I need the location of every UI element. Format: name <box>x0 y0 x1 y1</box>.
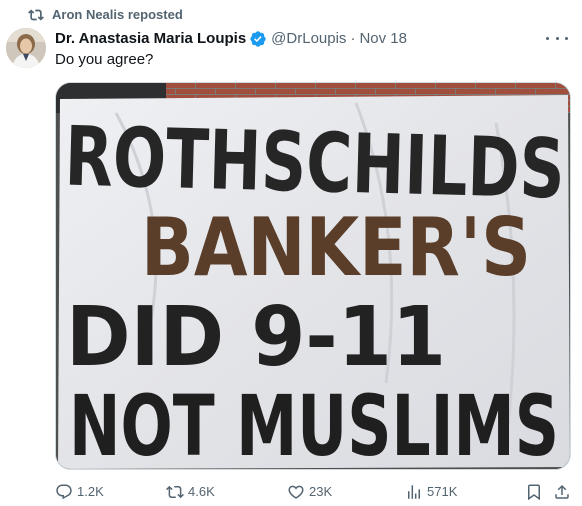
more-icon-dot <box>565 36 568 40</box>
sign-line-2: BANKER'S <box>141 201 531 294</box>
verified-badge-icon[interactable] <box>249 30 267 48</box>
avatar[interactable] <box>6 28 46 68</box>
like-icon <box>288 485 304 499</box>
author-display-name[interactable]: Dr. Anastasia Maria Loupis <box>55 29 246 49</box>
bookmark-icon <box>528 484 540 501</box>
tweet-date[interactable]: Nov 18 <box>359 29 407 49</box>
repost-banner-text[interactable]: Aron Nealis reposted <box>52 6 183 24</box>
banner-photo: ROTHSCHILDS BANKER'S DID 9-11 NOT MUSLIM… <box>56 83 570 470</box>
reply-count: 1.2K <box>77 484 104 499</box>
repost-count: 4.6K <box>188 484 215 499</box>
like-count: 23K <box>309 484 333 499</box>
tweet-header: Dr. Anastasia Maria Loupis @DrLoupis · N… <box>55 29 407 49</box>
separator-dot: · <box>350 30 356 47</box>
views-button[interactable]: 571K <box>405 482 457 502</box>
repost-button[interactable]: 4.6K <box>166 482 215 502</box>
reply-icon <box>56 484 72 500</box>
views-icon <box>408 485 420 499</box>
sign-line-3: DID 9-11 <box>66 290 446 385</box>
tweet-text: Do you agree? <box>55 51 154 68</box>
tweet-actions-bar: 1.2K 4.6K 23K 571K <box>55 482 571 502</box>
author-handle[interactable]: @DrLoupis <box>271 29 346 49</box>
more-icon <box>546 36 549 40</box>
share-button[interactable] <box>553 482 571 502</box>
reply-button[interactable]: 1.2K <box>55 482 104 502</box>
repost-icon <box>28 9 44 21</box>
views-count: 571K <box>427 484 458 499</box>
repost-icon <box>166 485 184 499</box>
more-icon-dot <box>555 36 559 40</box>
more-options-button[interactable] <box>546 30 568 46</box>
sign-line-4: NOT MUSLIMS <box>69 377 559 470</box>
share-icon <box>555 484 569 499</box>
bookmark-button[interactable] <box>525 482 543 502</box>
like-button[interactable]: 23K <box>287 482 332 502</box>
tweet-media-image[interactable]: ROTHSCHILDS BANKER'S DID 9-11 NOT MUSLIM… <box>55 82 571 470</box>
avatar-image <box>6 28 46 68</box>
